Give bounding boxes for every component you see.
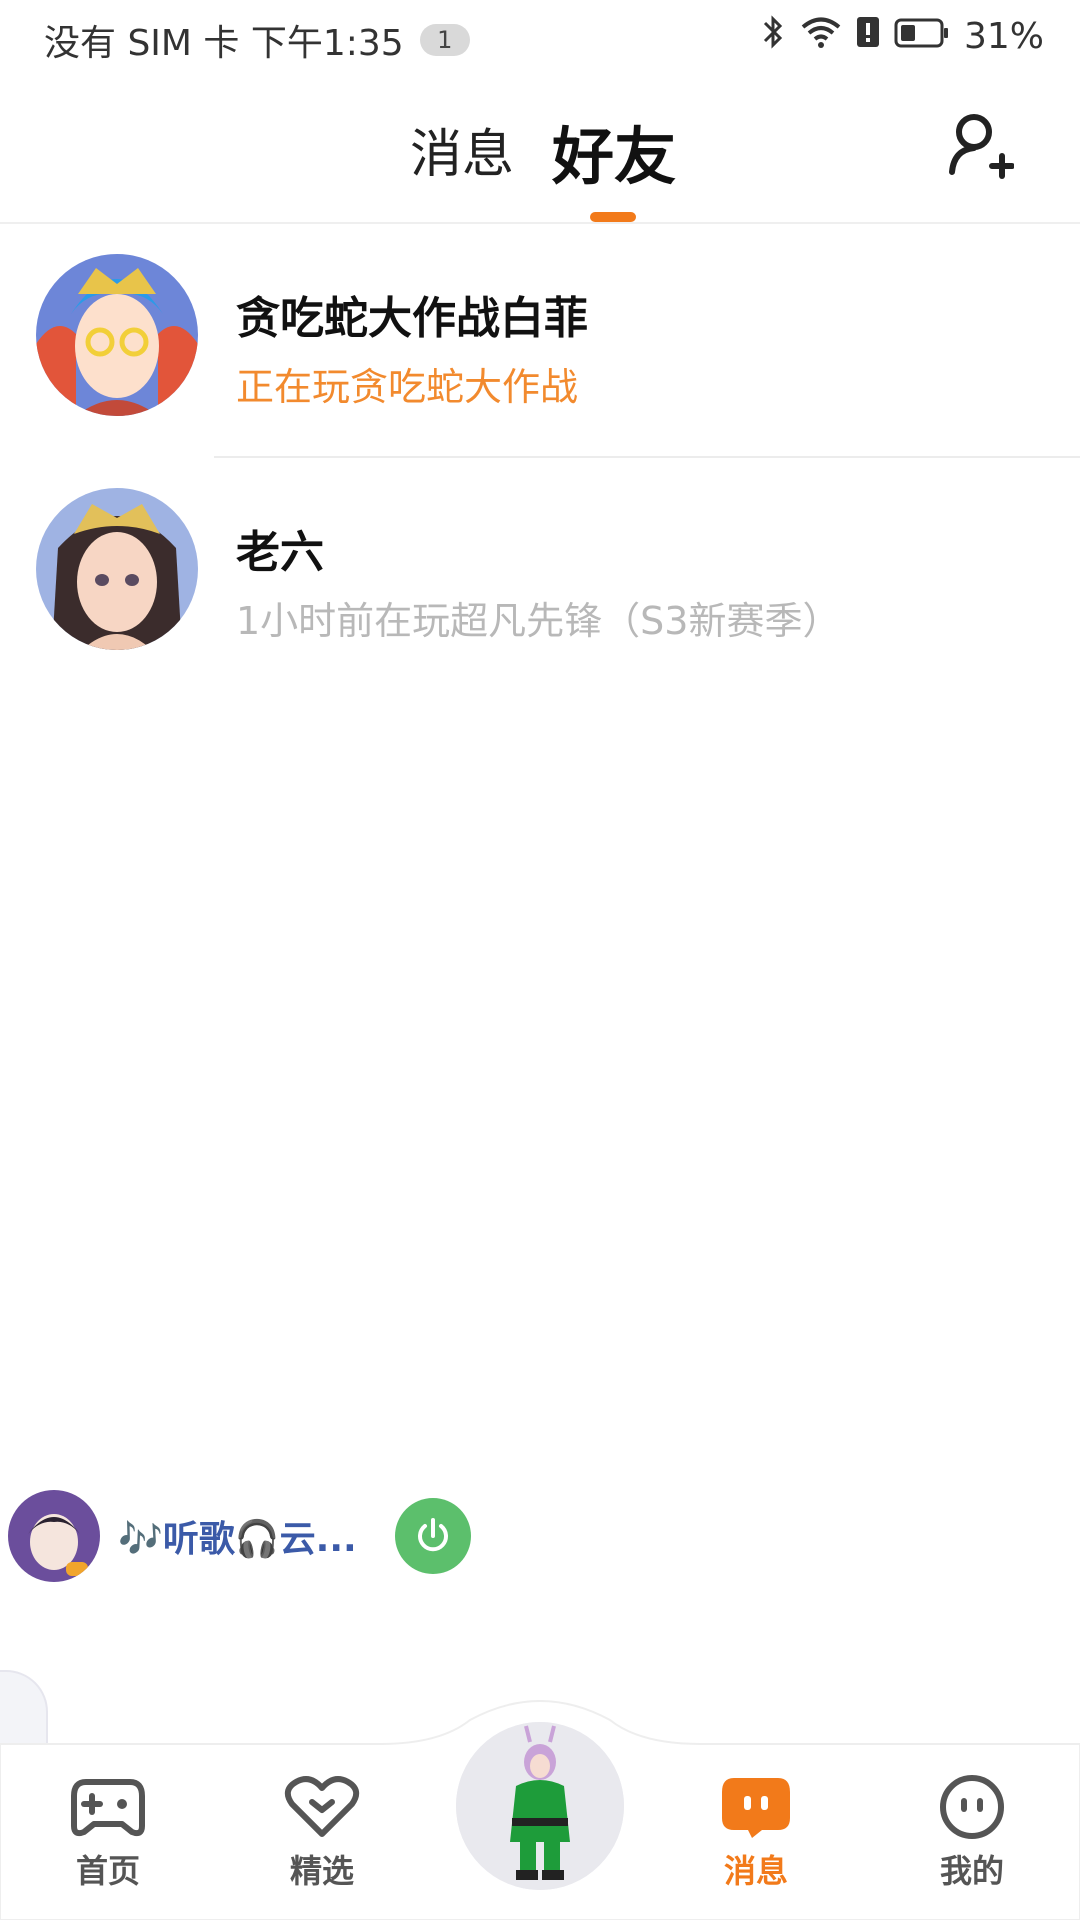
status-right: 31% (760, 14, 1044, 59)
carrier-time: 没有 SIM 卡 下午1:35 (44, 23, 404, 64)
nav-me[interactable]: 我的 (902, 1774, 1042, 1892)
add-friend-button[interactable] (948, 110, 1015, 180)
battery-icon (894, 16, 950, 57)
header: 消息 好友 (0, 76, 1080, 224)
chat-bubble-icon (722, 1778, 790, 1838)
gamepad-icon (71, 1779, 145, 1837)
character-avatar-icon (456, 1722, 624, 1890)
battery-percent: 31% (963, 16, 1044, 57)
nav-messages-label: 消息 (723, 1852, 788, 1890)
tab-friends[interactable]: 好友 (552, 106, 676, 196)
friend-avatar[interactable] (36, 488, 198, 650)
music-widget[interactable]: 🎶听歌🎧云... (8, 1488, 471, 1584)
friend-status: 1小时前在玩超凡先锋（S3新赛季） (236, 599, 841, 643)
nav-featured-label: 精选 (289, 1852, 354, 1890)
nav-me-label: 我的 (939, 1852, 1004, 1890)
power-button[interactable] (394, 1498, 471, 1574)
bluetooth-icon (760, 14, 786, 59)
center-character-button[interactable] (456, 1722, 624, 1890)
music-avatar[interactable] (8, 1490, 100, 1582)
friend-row[interactable]: 贪吃蛇大作战白菲 正在玩贪吃蛇大作战 (0, 224, 1080, 458)
friend-row[interactable]: 老六 1小时前在玩超凡先锋（S3新赛季） (0, 458, 1080, 692)
nav-home-label: 首页 (75, 1852, 140, 1890)
notification-badge: 1 (419, 24, 470, 56)
friend-name: 贪吃蛇大作战白菲 (236, 293, 588, 344)
alert-icon (856, 16, 880, 57)
nav-messages[interactable]: 消息 (686, 1774, 826, 1892)
heart-icon (284, 1776, 360, 1837)
wifi-icon (800, 16, 842, 57)
power-icon (417, 1518, 448, 1552)
music-title[interactable]: 🎶听歌🎧云... (118, 1510, 357, 1562)
friend-name: 老六 (236, 527, 324, 578)
face-icon (940, 1775, 1004, 1839)
tab-messages[interactable]: 消息 (410, 112, 514, 187)
active-tab-indicator (590, 212, 636, 222)
nav-home[interactable]: 首页 (38, 1774, 178, 1892)
nav-featured[interactable]: 精选 (252, 1774, 392, 1892)
friend-status: 正在玩贪吃蛇大作战 (236, 365, 579, 409)
status-bar: 没有 SIM 卡 下午1:35 1 31% (0, 0, 1080, 76)
friend-avatar[interactable] (36, 254, 198, 416)
status-left: 没有 SIM 卡 下午1:35 1 (44, 14, 470, 66)
add-user-icon (949, 114, 1015, 179)
